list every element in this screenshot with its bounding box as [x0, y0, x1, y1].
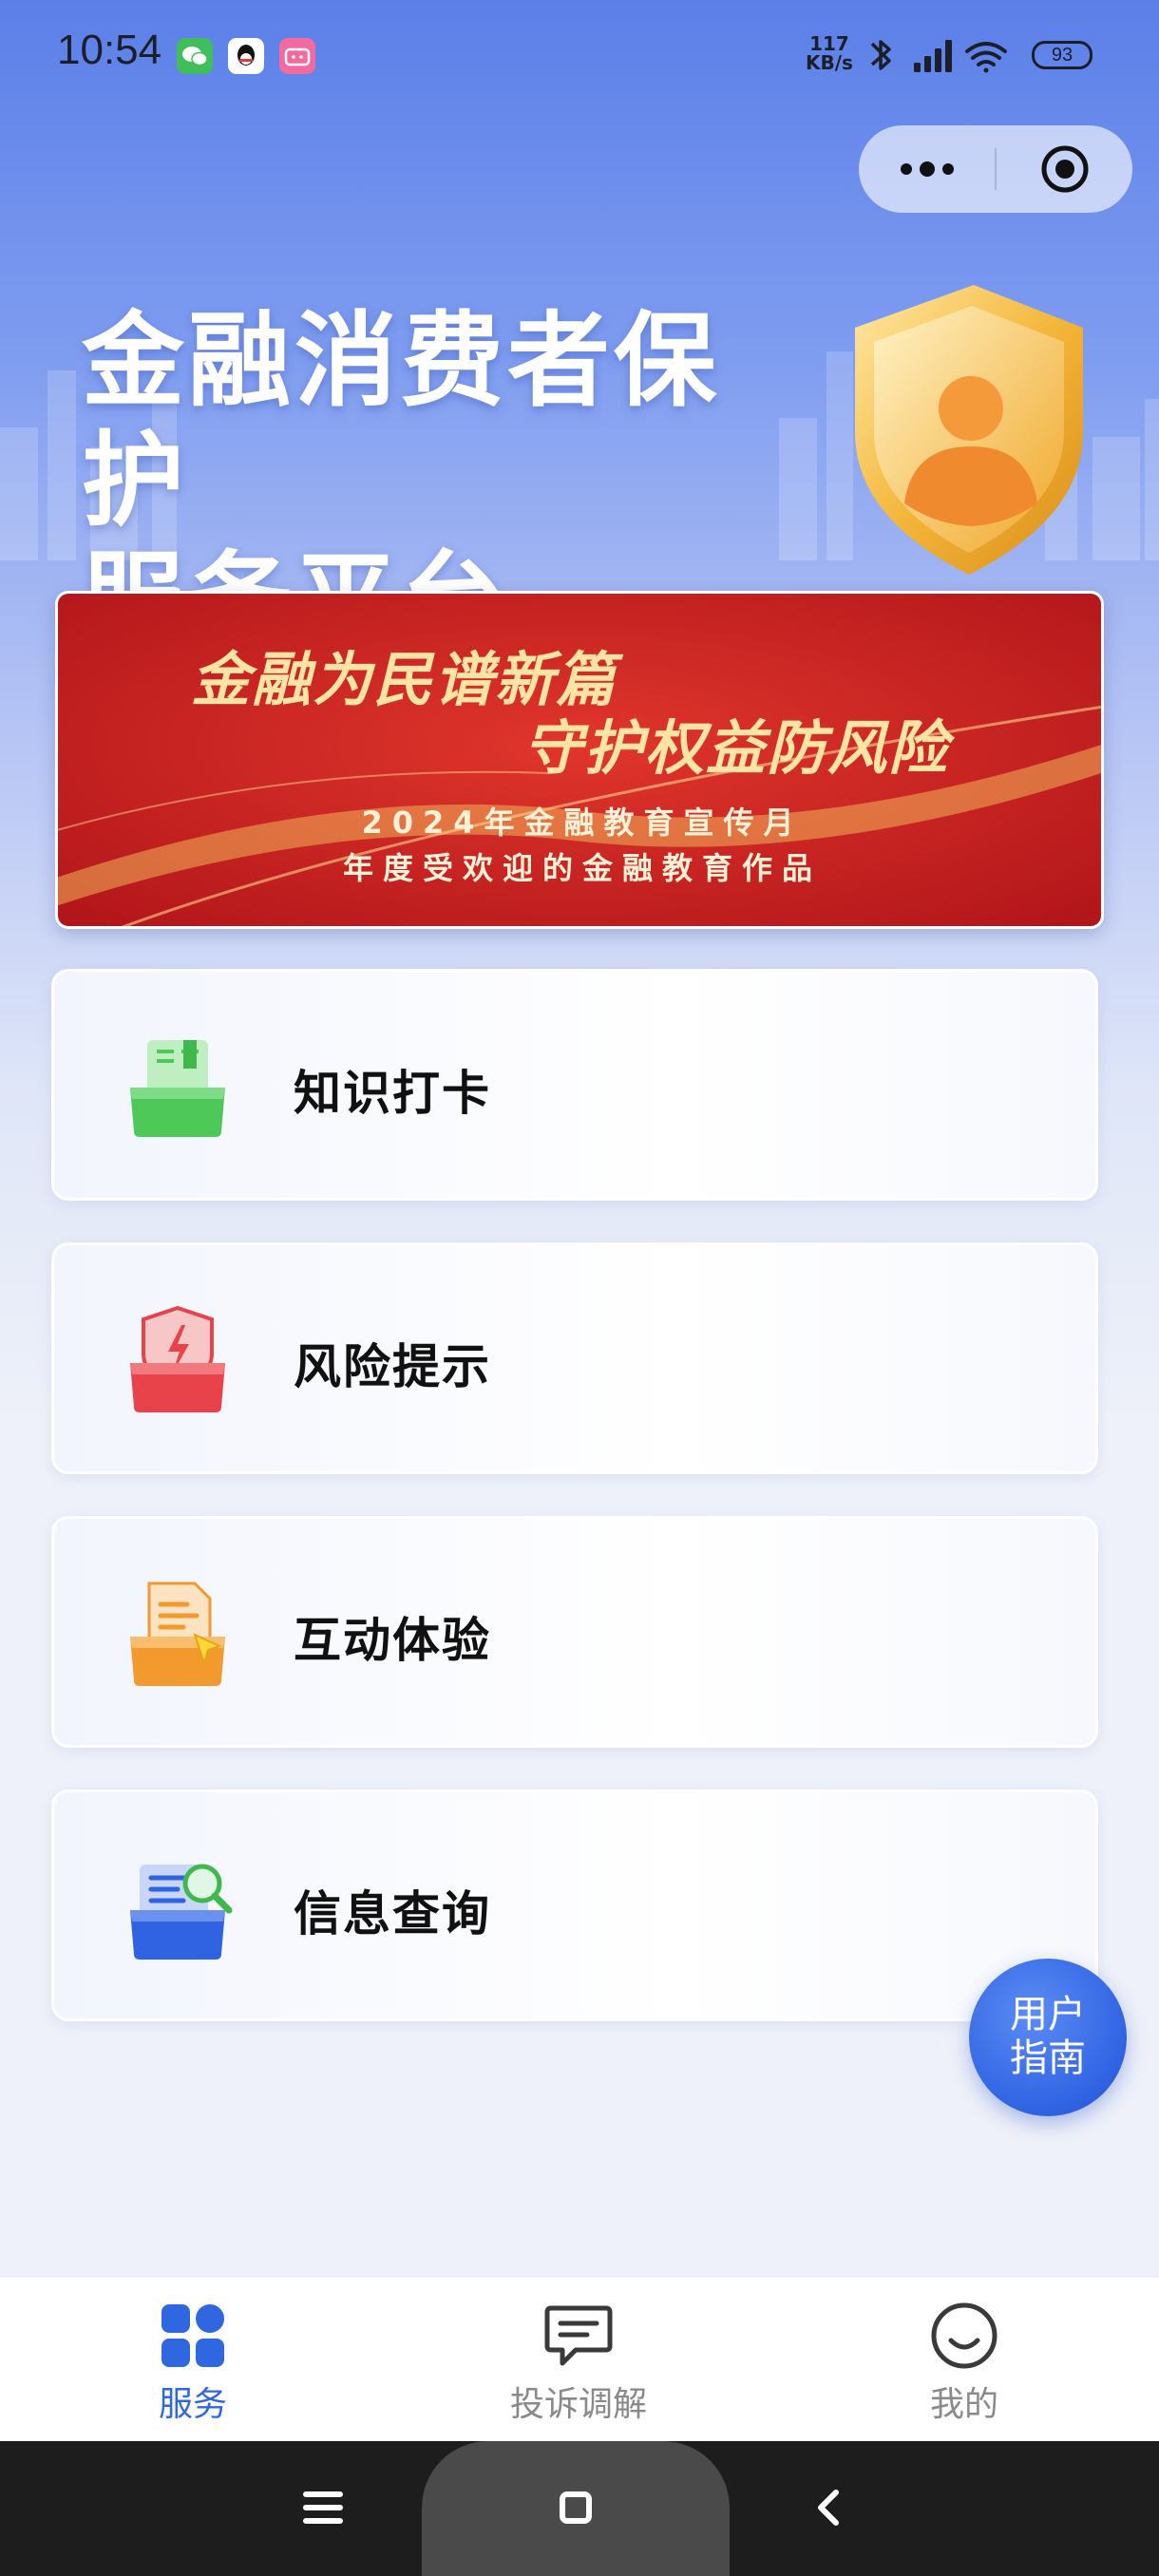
back-chevron-icon — [818, 2490, 839, 2526]
net-speed: 117 KB/s — [806, 34, 853, 72]
status-time: 10:54 — [57, 27, 162, 73]
warning-shield-icon — [130, 1305, 225, 1412]
menu-card-label: 风险提示 — [294, 1339, 491, 1394]
chat-bubble-icon — [544, 2305, 613, 2366]
bottom-tab-bar: 服务 投诉调解 我的 — [0, 2278, 1159, 2441]
banner-subtitle-2: 年度受欢迎的金融教育作品 — [342, 850, 822, 886]
tab-service[interactable]: 服务 — [0, 2278, 386, 2441]
signal-icon — [914, 40, 952, 72]
net-speed-value: 117 — [809, 32, 849, 55]
target-close-icon — [1041, 145, 1088, 193]
grid-apps-icon — [162, 2304, 224, 2367]
status-bar: 10:54 117 KB/s 93 — [0, 0, 1159, 110]
user-guide-label-2: 指南 — [1010, 2036, 1086, 2080]
tab-complaint-mediation[interactable]: 投诉调解 — [386, 2278, 771, 2441]
nav-menu-button[interactable] — [289, 2473, 357, 2542]
tab-mine[interactable]: 我的 — [771, 2278, 1157, 2441]
more-dots-icon — [900, 161, 954, 177]
close-button[interactable] — [997, 125, 1132, 213]
banner-subtitle-1: 2024年金融教育宣传月 — [361, 805, 804, 841]
battery-icon: 93 — [1032, 41, 1092, 69]
menu-card-label: 互动体验 — [294, 1613, 491, 1668]
home-square-icon — [560, 2491, 592, 2524]
nav-home-button[interactable] — [542, 2473, 610, 2542]
menu-card-risk-alert[interactable]: 风险提示 — [51, 1242, 1098, 1474]
system-nav-bar — [0, 2441, 1159, 2576]
bluetooth-icon — [870, 40, 891, 70]
smile-face-icon — [931, 2302, 998, 2369]
user-guide-label-1: 用户 — [1010, 1993, 1086, 2036]
bilibili-icon — [279, 38, 315, 74]
tab-mine-label: 我的 — [929, 2385, 998, 2424]
banner-headline-2: 守护权益防风险 — [523, 713, 950, 783]
wechat-icon — [177, 38, 213, 74]
menu-icon — [303, 2491, 343, 2524]
book-tray-icon — [130, 1040, 225, 1137]
menu-card-label: 知识打卡 — [294, 1066, 491, 1121]
more-button[interactable] — [859, 125, 995, 213]
tab-service-label: 服务 — [158, 2385, 227, 2424]
menu-card-label: 信息查询 — [294, 1886, 491, 1941]
nav-back-button[interactable] — [794, 2473, 863, 2542]
menu-card-knowledge-checkin[interactable]: 知识打卡 — [51, 969, 1098, 1201]
tab-complaint-label: 投诉调解 — [509, 2385, 647, 2424]
document-cursor-icon — [130, 1582, 225, 1686]
promo-banner[interactable]: 金融为民谱新篇 守护权益防风险 2024年金融教育宣传月 年度受欢迎的金融教育作… — [55, 591, 1104, 929]
miniprogram-capsule — [859, 125, 1132, 213]
search-folder-icon — [130, 1864, 233, 1960]
app-page: 10:54 117 KB/s 93 金融消费者保护 金融为民谱新篇 守护权益防风… — [0, 0, 1159, 2576]
page-title-line1: 金融消费者保护 — [82, 302, 721, 540]
wifi-icon — [965, 42, 1007, 73]
menu-card-interactive[interactable]: 互动体验 — [51, 1516, 1098, 1748]
qq-icon — [228, 38, 264, 74]
net-speed-unit: KB/s — [806, 51, 853, 74]
shield-user-icon — [855, 285, 1083, 575]
menu-card-info-query[interactable]: 信息查询 — [51, 1790, 1098, 2021]
user-guide-button[interactable]: 用户 指南 — [969, 1959, 1127, 2116]
